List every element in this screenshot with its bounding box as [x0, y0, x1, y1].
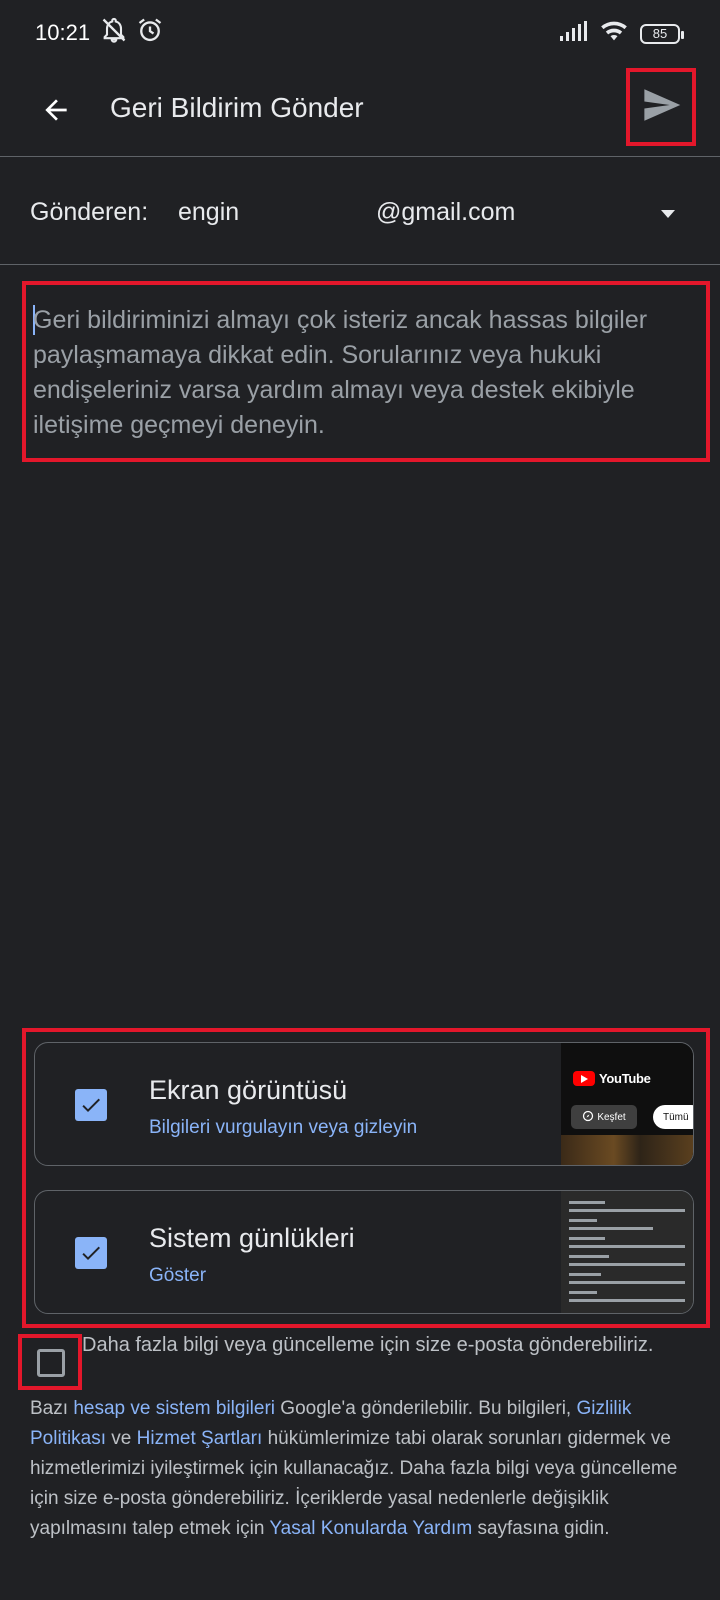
screenshot-attachment-card[interactable]: Ekran görüntüsü Bilgileri vurgulayın vey…: [34, 1042, 694, 1166]
status-left-icons: [100, 16, 164, 49]
attachments-section: Ekran görüntüsü Bilgileri vurgulayın vey…: [22, 1028, 710, 1328]
send-button[interactable]: [626, 68, 696, 146]
feedback-placeholder: Geri bildiriminizi almayı çok isteriz an…: [33, 306, 648, 439]
thumb-chip-explore-label: Keşfet: [597, 1111, 626, 1123]
log-line: [569, 1299, 685, 1302]
terms-of-service-link[interactable]: Hizmet Şartları: [137, 1428, 263, 1449]
sender-label: Gönderen:: [30, 198, 149, 226]
account-info-link[interactable]: hesap ve sistem bilgileri: [73, 1398, 275, 1419]
status-bar: 10:21 85: [0, 0, 720, 68]
log-line: [569, 1291, 597, 1294]
feedback-input[interactable]: Geri bildiriminizi almayı çok isteriz an…: [22, 281, 710, 462]
system-logs-thumbnail[interactable]: [561, 1191, 693, 1313]
log-line: [569, 1237, 605, 1240]
legal-notice: Bazı hesap ve sistem bilgileri Google'a …: [30, 1394, 706, 1544]
log-line: [569, 1209, 685, 1212]
compass-icon: [582, 1110, 594, 1125]
status-time: 10:21: [35, 20, 91, 45]
legal-text: sayfasına gidin.: [472, 1518, 610, 1539]
system-logs-show-link[interactable]: Göster: [149, 1265, 206, 1287]
screenshot-thumbnail[interactable]: YouTube Keşfet Tümü: [561, 1043, 693, 1165]
divider: [0, 156, 720, 157]
screenshot-title: Ekran görüntüsü: [149, 1075, 348, 1105]
battery-icon: 85: [640, 23, 684, 44]
status-right-icons: 85: [558, 20, 684, 47]
legal-text: Bazı: [30, 1398, 74, 1419]
thumb-video-frame: [561, 1135, 693, 1165]
thumb-chip-explore: Keşfet: [571, 1105, 637, 1129]
log-line: [569, 1263, 685, 1266]
email-opt-in-checkbox[interactable]: [37, 1349, 65, 1377]
log-line: [569, 1281, 685, 1284]
legal-text: ve: [106, 1428, 137, 1449]
arrow-back-icon: [40, 94, 72, 131]
system-logs-checkbox[interactable]: [75, 1237, 107, 1269]
thumb-chip-all: Tümü: [653, 1105, 693, 1129]
email-opt-in: Daha fazla bilgi veya güncelleme için si…: [18, 1334, 718, 1394]
signal-icon: [558, 20, 588, 47]
email-opt-in-label[interactable]: Daha fazla bilgi veya güncelleme için si…: [82, 1332, 702, 1359]
sender-name: engin: [178, 198, 240, 226]
log-line: [569, 1245, 685, 1248]
system-logs-title: Sistem günlükleri: [149, 1223, 355, 1253]
notifications-muted-icon: [100, 16, 128, 49]
email-opt-in-checkbox-target[interactable]: [18, 1334, 82, 1390]
screenshot-edit-link[interactable]: Bilgileri vurgulayın veya gizleyin: [149, 1117, 417, 1139]
log-line: [569, 1227, 653, 1230]
youtube-play-icon: [573, 1071, 595, 1086]
dropdown-arrow-icon[interactable]: [656, 202, 680, 226]
send-icon: [640, 84, 682, 131]
wifi-icon: [600, 20, 628, 47]
log-line: [569, 1273, 601, 1276]
system-logs-attachment-card[interactable]: Sistem günlükleri Göster: [34, 1190, 694, 1314]
legal-text: Google'a gönderilebilir. Bu bilgileri,: [275, 1398, 577, 1419]
youtube-logo: YouTube: [573, 1071, 651, 1086]
sender-email: @gmail.com: [376, 198, 516, 226]
legal-help-link[interactable]: Yasal Konularda Yardım: [269, 1518, 472, 1539]
app-bar: Geri Bildirim Gönder: [0, 68, 720, 156]
alarm-icon: [136, 16, 164, 49]
sender-selector[interactable]: Gönderen: engin @gmail.com: [0, 158, 720, 264]
log-line: [569, 1255, 609, 1258]
youtube-brand: YouTube: [599, 1071, 651, 1086]
log-line: [569, 1201, 605, 1204]
back-button[interactable]: [32, 88, 80, 136]
page-title: Geri Bildirim Gönder: [110, 92, 364, 123]
log-line: [569, 1219, 597, 1222]
screenshot-checkbox[interactable]: [75, 1089, 107, 1121]
divider: [0, 264, 720, 265]
